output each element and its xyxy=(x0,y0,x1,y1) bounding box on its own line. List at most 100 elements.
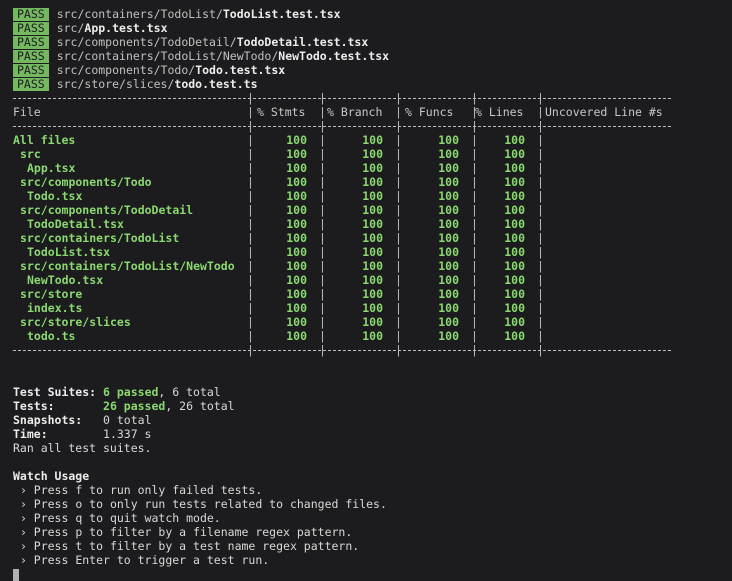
table-header-rule: | | | | | xyxy=(13,119,732,133)
coverage-lines-value: 100 xyxy=(504,147,525,161)
column-separator: | xyxy=(537,105,544,119)
table-row: TodoDetail.tsx 100 100 100 100 | | | | | xyxy=(13,217,732,231)
column-separator: | xyxy=(471,161,478,175)
column-separator: | xyxy=(471,343,478,357)
table-row: src/store 100 100 100 100 | | | | | xyxy=(13,287,732,301)
test-file-name: App.test.tsx xyxy=(84,21,168,35)
coverage-stmts-value: 100 xyxy=(286,245,307,259)
coverage-stmts-value: 100 xyxy=(286,175,307,189)
coverage-file-name: All files xyxy=(13,133,76,147)
coverage-file-name: TodoList.tsx xyxy=(27,245,111,259)
test-file-dir: src/ xyxy=(56,21,85,35)
coverage-stmts-value: 100 xyxy=(286,315,307,329)
column-separator: | xyxy=(471,189,478,203)
column-separator: | xyxy=(395,245,402,259)
table-top-rule: | | | | | xyxy=(13,91,732,105)
column-separator: | xyxy=(247,287,254,301)
column-separator: | xyxy=(319,273,326,287)
test-file-dir: src/components/Todo/ xyxy=(56,63,196,77)
column-separator: | xyxy=(537,203,544,217)
summary-passed: 26 passed xyxy=(103,399,166,413)
table-bottom-rule: | | | | | xyxy=(13,343,732,357)
text-cursor[interactable] xyxy=(13,568,19,581)
coverage-funcs-value: 100 xyxy=(438,315,459,329)
column-separator: | xyxy=(319,189,326,203)
column-separator: | xyxy=(247,175,254,189)
column-separator: | xyxy=(471,301,478,315)
coverage-funcs-value: 100 xyxy=(438,161,459,175)
coverage-stmts-value: 100 xyxy=(286,301,307,315)
summary-ran: Ran all test suites. xyxy=(13,441,152,455)
column-separator: | xyxy=(247,315,254,329)
column-separator: | xyxy=(395,217,402,231)
watch-option: › Press o to only run tests related to c… xyxy=(19,497,387,511)
column-separator: | xyxy=(319,301,326,315)
coverage-file-name: App.tsx xyxy=(27,161,76,175)
column-separator: | xyxy=(471,91,478,105)
pass-badge: PASS xyxy=(13,64,49,77)
table-row: TodoList.tsx 100 100 100 100 | | | | | xyxy=(13,245,732,259)
coverage-lines-value: 100 xyxy=(504,203,525,217)
column-separator: | xyxy=(471,231,478,245)
pass-badge: PASS xyxy=(13,36,49,49)
coverage-funcs-value: 100 xyxy=(438,259,459,273)
terminal-output: PASS src/containers/TodoList/TodoList.tes… xyxy=(13,7,732,581)
test-result-line: PASS src/store/slices/todo.test.ts xyxy=(13,77,732,91)
column-separator: | xyxy=(537,189,544,203)
column-separator: | xyxy=(319,175,326,189)
test-file-dir: src/store/slices/ xyxy=(56,77,175,91)
coverage-stmts-value: 100 xyxy=(286,329,307,343)
column-header: % Stmts xyxy=(257,105,306,119)
column-separator: | xyxy=(537,91,544,105)
column-separator: | xyxy=(395,175,402,189)
column-separator: | xyxy=(319,203,326,217)
coverage-branch-value: 100 xyxy=(362,273,383,287)
test-result-line: PASS src/components/TodoDetail/TodoDetail… xyxy=(13,35,732,49)
pass-badge: PASS xyxy=(13,22,49,35)
table-row: src/containers/TodoList/NewTodo 100 100 100… xyxy=(13,259,732,273)
column-separator: | xyxy=(395,105,402,119)
column-separator: | xyxy=(319,231,326,245)
coverage-funcs-value: 100 xyxy=(438,147,459,161)
coverage-stmts-value: 100 xyxy=(286,189,307,203)
coverage-funcs-value: 100 xyxy=(438,329,459,343)
summary-value: 1.337 s xyxy=(103,427,152,441)
terminal-prompt[interactable] xyxy=(13,567,732,581)
column-separator: | xyxy=(247,119,254,133)
coverage-file-name: Todo.tsx xyxy=(27,189,83,203)
coverage-file-name: TodoDetail.tsx xyxy=(27,217,124,231)
coverage-stmts-value: 100 xyxy=(286,133,307,147)
column-separator: | xyxy=(319,161,326,175)
column-separator: | xyxy=(247,273,254,287)
coverage-lines-value: 100 xyxy=(504,217,525,231)
coverage-funcs-value: 100 xyxy=(438,203,459,217)
watch-usage-title: Watch Usage xyxy=(13,469,90,483)
column-separator: | xyxy=(319,259,326,273)
column-separator: | xyxy=(471,273,478,287)
coverage-file-name: NewTodo.tsx xyxy=(27,273,104,287)
coverage-funcs-value: 100 xyxy=(438,245,459,259)
column-separator: | xyxy=(471,175,478,189)
column-separator: | xyxy=(395,315,402,329)
coverage-branch-value: 100 xyxy=(362,217,383,231)
column-separator: | xyxy=(247,91,254,105)
coverage-stmts-value: 100 xyxy=(286,147,307,161)
test-file-name: todo.test.ts xyxy=(174,77,258,91)
column-header: % Funcs xyxy=(405,105,454,119)
coverage-lines-value: 100 xyxy=(504,259,525,273)
test-result-line: PASS src/containers/TodoList/TodoList.tes… xyxy=(13,7,732,21)
column-separator: | xyxy=(247,301,254,315)
column-separator: | xyxy=(247,203,254,217)
test-file-name: TodoList.test.tsx xyxy=(222,7,341,21)
column-separator: | xyxy=(537,147,544,161)
column-separator: | xyxy=(395,203,402,217)
coverage-file-name: src/containers/TodoList xyxy=(20,231,180,245)
column-separator: | xyxy=(319,315,326,329)
coverage-lines-value: 100 xyxy=(504,161,525,175)
coverage-lines-value: 100 xyxy=(504,329,525,343)
table-row: src/components/Todo 100 100 100 100 | | | | | xyxy=(13,175,732,189)
column-separator: | xyxy=(471,329,478,343)
column-separator: | xyxy=(247,231,254,245)
column-separator: | xyxy=(537,231,544,245)
coverage-lines-value: 100 xyxy=(504,133,525,147)
